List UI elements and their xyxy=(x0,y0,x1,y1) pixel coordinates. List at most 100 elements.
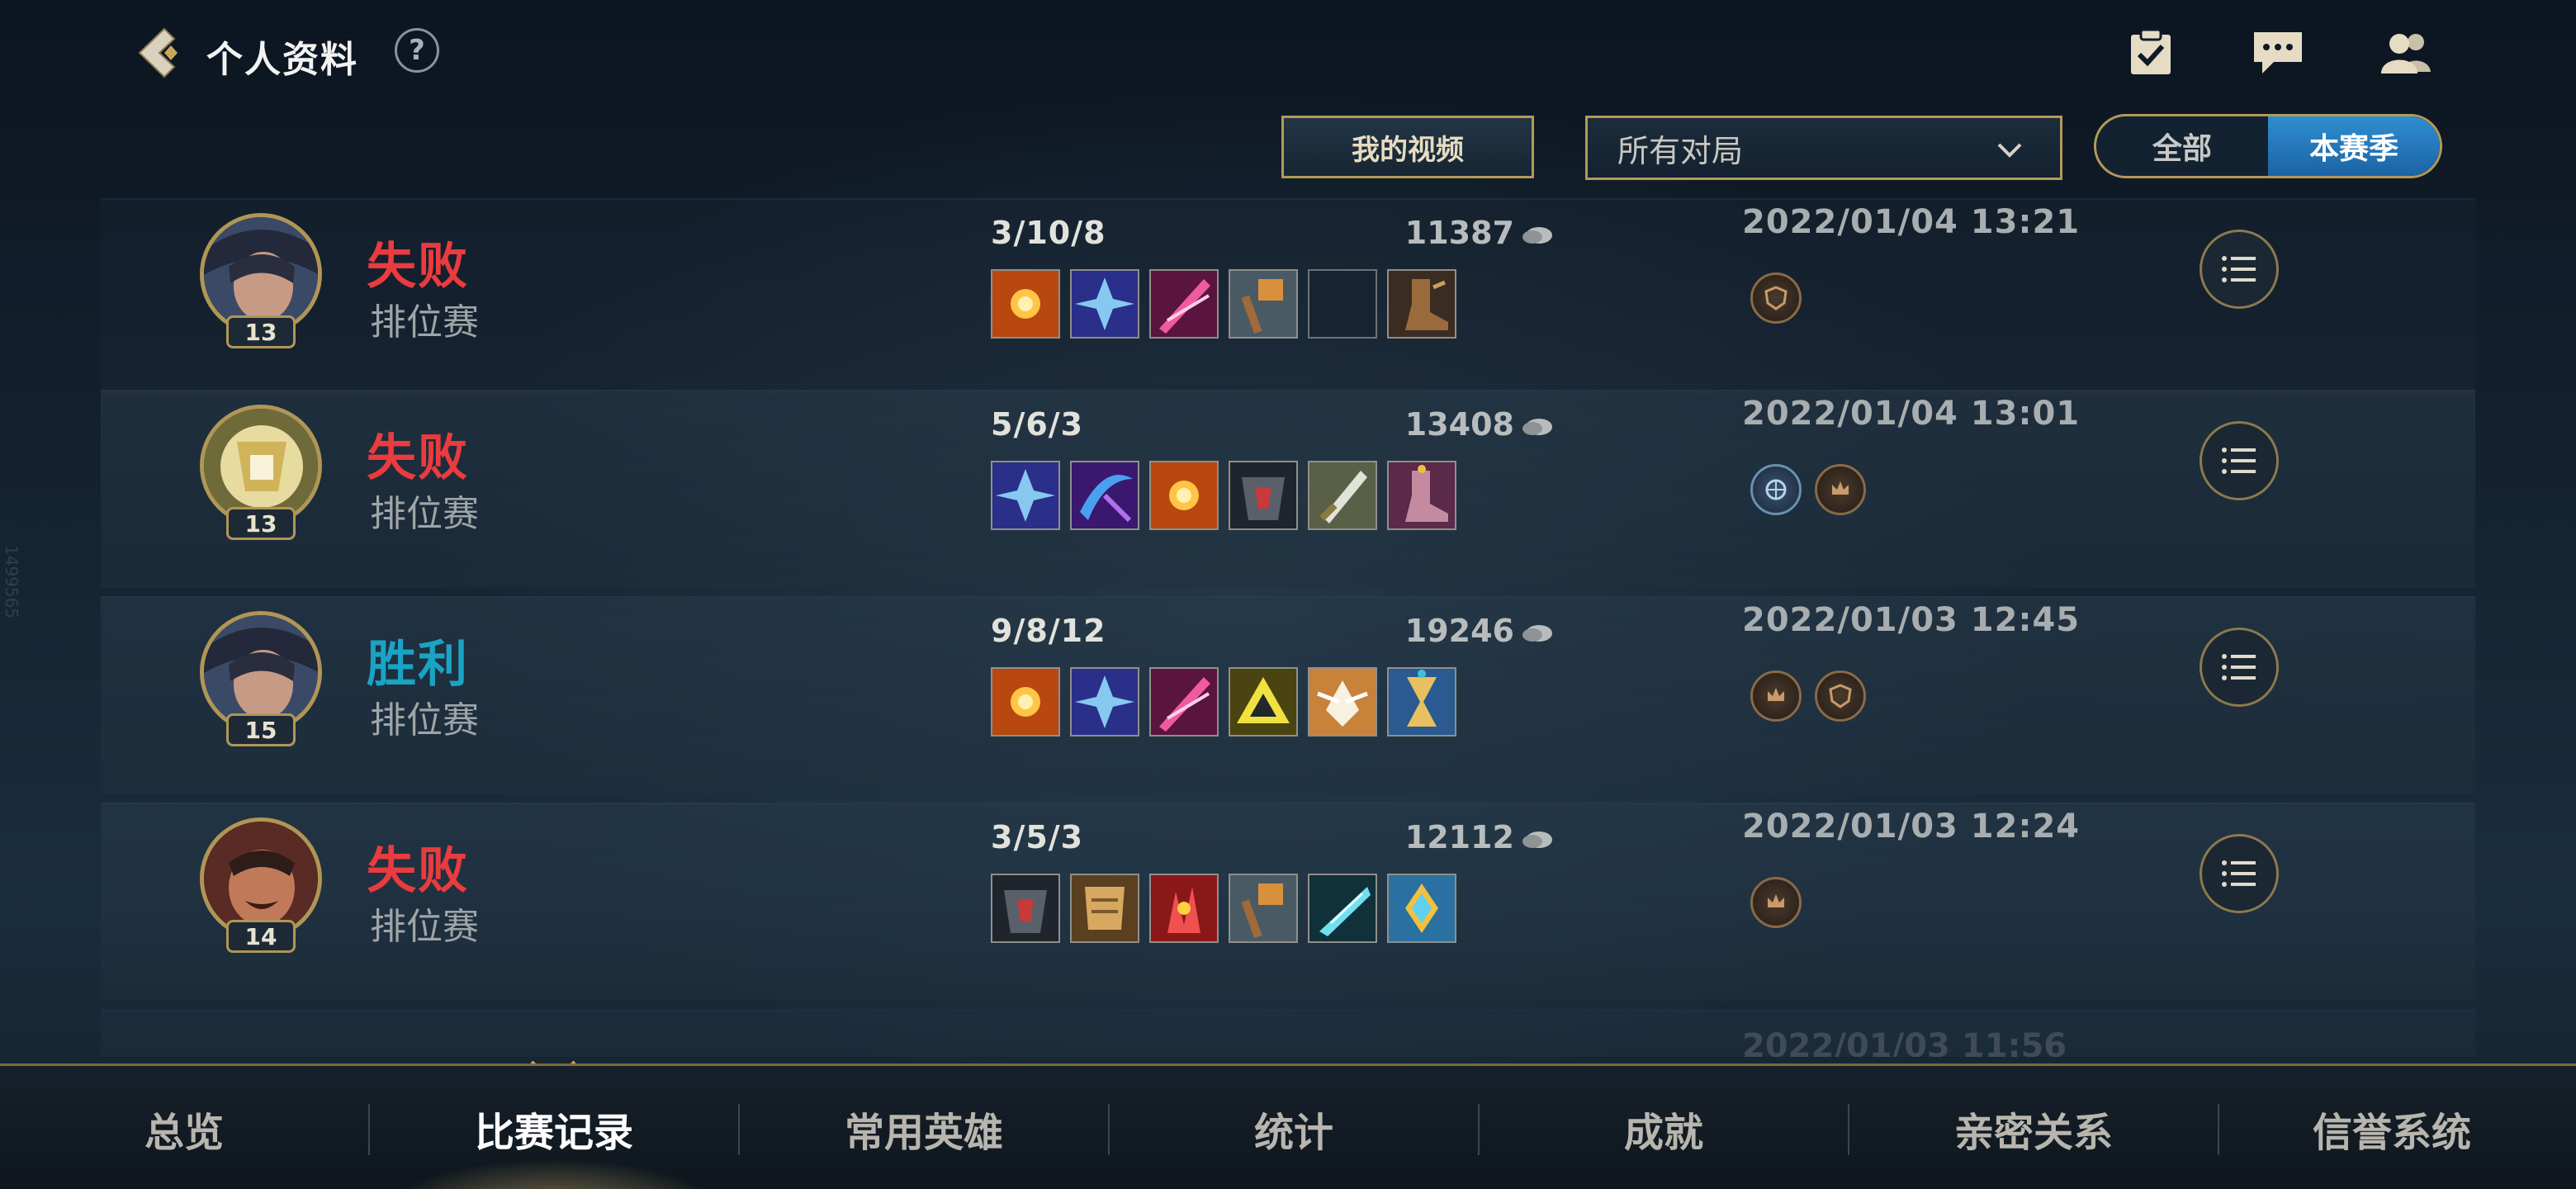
tab-achievements[interactable]: 成就 xyxy=(1480,1066,1848,1189)
page-title: 个人资料 xyxy=(206,39,358,81)
list-icon xyxy=(2222,256,2256,282)
gold-coin-icon xyxy=(1522,624,1552,642)
kda: 3/5/3 xyxy=(991,819,1084,855)
boots-item-icon[interactable] xyxy=(1387,461,1456,530)
item-build xyxy=(991,461,1456,530)
match-type-value: 所有对局 xyxy=(1617,132,1744,169)
hammer-item-icon[interactable] xyxy=(1229,269,1298,339)
champion-level: 13 xyxy=(226,507,296,540)
kda: 5/6/3 xyxy=(991,406,1084,443)
gold-coin-icon xyxy=(1522,831,1552,848)
friends-button[interactable] xyxy=(2378,25,2436,79)
match-badges xyxy=(1750,464,1866,515)
friends-icon xyxy=(2381,34,2431,73)
match-result: 胜利 xyxy=(367,636,469,694)
sun-item-icon[interactable] xyxy=(991,667,1060,737)
item-build xyxy=(991,269,1456,339)
match-mode: 排位赛 xyxy=(370,906,479,948)
crystal-item-icon[interactable] xyxy=(1387,874,1456,943)
gold-coin-icon xyxy=(1522,226,1552,244)
watermark-id: 1499565 xyxy=(2,545,21,619)
sword-item-icon[interactable] xyxy=(1308,461,1377,530)
purple-scythe-item-icon[interactable] xyxy=(1070,461,1139,530)
wings-item-icon[interactable] xyxy=(1308,667,1377,737)
gold-value: 11387 xyxy=(1404,215,1514,251)
champion-avatar: 15 xyxy=(197,611,329,760)
chat-button[interactable] xyxy=(2249,25,2307,79)
champion-avatar: 14 xyxy=(197,817,329,966)
gold-earned: 19246 xyxy=(1306,613,1554,649)
item-build xyxy=(991,874,1456,943)
match-detail-button[interactable] xyxy=(2200,421,2279,500)
match-row[interactable]: 13 失败 排位赛 5/6/3 13408 2022/01/04 13:01 xyxy=(101,390,2475,588)
pink-blade-item-icon[interactable] xyxy=(1149,269,1219,339)
star-blade-item-icon[interactable] xyxy=(1070,269,1139,339)
star-blade-item-icon[interactable] xyxy=(991,461,1060,530)
scope-all-option[interactable]: 全部 xyxy=(2096,116,2268,176)
match-type-dropdown[interactable]: 所有对局 xyxy=(1585,116,2062,180)
match-row[interactable]: 15 胜利 排位赛 9/8/12 19246 2022/01/03 12:45 xyxy=(101,596,2475,794)
help-button[interactable]: ? xyxy=(395,28,439,73)
match-date: 2022/01/04 13:21 xyxy=(1742,203,2081,241)
match-badges xyxy=(1750,272,1802,324)
chevron-down-icon xyxy=(1997,143,2022,158)
match-badges xyxy=(1750,670,1866,722)
checklist-button[interactable] xyxy=(2122,25,2180,79)
tab-favorite-champions[interactable]: 常用英雄 xyxy=(740,1066,1108,1189)
kda: 9/8/12 xyxy=(991,613,1106,649)
chat-icon xyxy=(2254,32,2302,73)
crown-medal-icon xyxy=(1750,877,1802,928)
match-detail-button[interactable] xyxy=(2200,230,2279,309)
crown-medal-icon xyxy=(1750,670,1802,722)
champion-avatar: 13 xyxy=(197,213,329,362)
blue-medal-icon xyxy=(1750,464,1802,515)
red-claw-item-icon[interactable] xyxy=(1149,874,1219,943)
dark-armor-item-icon[interactable] xyxy=(1229,461,1298,530)
list-icon xyxy=(2222,860,2256,887)
boots-item-icon[interactable] xyxy=(1387,269,1456,339)
match-row-partial[interactable] xyxy=(101,1009,2475,1057)
match-date: 2022/01/03 12:45 xyxy=(1742,601,2081,639)
gold-earned: 11387 xyxy=(1306,215,1554,251)
match-date: 2022/01/03 12:24 xyxy=(1742,808,2081,846)
my-videos-button[interactable]: 我的视频 xyxy=(1281,116,1534,178)
help-icon: ? xyxy=(409,34,425,67)
shield-medal-icon xyxy=(1750,272,1802,324)
tab-match-history[interactable]: 比赛记录 xyxy=(370,1066,738,1189)
match-detail-button[interactable] xyxy=(2200,834,2279,913)
gold-coin-icon xyxy=(1522,418,1552,435)
match-date: 2022/01/04 13:01 xyxy=(1742,395,2081,433)
gold-plate-item-icon[interactable] xyxy=(1070,874,1139,943)
sun-item-icon[interactable] xyxy=(1149,461,1219,530)
tab-statistics[interactable]: 统计 xyxy=(1110,1066,1478,1189)
gold-earned: 12112 xyxy=(1306,819,1554,855)
tab-relationships[interactable]: 亲密关系 xyxy=(1849,1066,2218,1189)
back-button[interactable] xyxy=(124,21,190,84)
triforce-item-icon[interactable] xyxy=(1229,667,1298,737)
ice-blade-item-icon[interactable] xyxy=(1308,874,1377,943)
tab-honor-system[interactable]: 信誉系统 xyxy=(2208,1066,2576,1189)
pink-blade-item-icon[interactable] xyxy=(1149,667,1219,737)
hourglass-item-icon[interactable] xyxy=(1387,667,1456,737)
tab-overview[interactable]: 总览 xyxy=(0,1066,368,1189)
gold-value: 19246 xyxy=(1404,613,1514,649)
profile-screen: 1499565 个人资料 ? 我的视频 所有对局 全部 本赛季 13 失败 排位… xyxy=(0,0,2576,1189)
match-row[interactable]: 13 失败 排位赛 3/10/8 11387 2022/01/04 13:21 xyxy=(101,198,2475,396)
star-blade-item-icon[interactable] xyxy=(1070,667,1139,737)
dark-armor-item-icon[interactable] xyxy=(991,874,1060,943)
crown-medal-icon xyxy=(1815,464,1866,515)
match-row[interactable]: 14 失败 排位赛 3/5/3 12112 2022/01/03 12:24 xyxy=(101,803,2475,1001)
match-history-list[interactable]: 13 失败 排位赛 3/10/8 11387 2022/01/04 13:21 xyxy=(101,198,2475,1057)
bottom-tab-bar: 总览 比赛记录 常用英雄 统计 成就 亲密关系 信誉系统 xyxy=(0,1063,2576,1189)
scope-season-option[interactable]: 本赛季 xyxy=(2268,116,2440,176)
match-detail-button[interactable] xyxy=(2200,628,2279,707)
scope-toggle: 全部 本赛季 xyxy=(2094,114,2442,178)
item-build xyxy=(991,667,1456,737)
hammer-item-icon[interactable] xyxy=(1229,874,1298,943)
gold-earned: 13408 xyxy=(1306,406,1554,443)
empty-item-slot[interactable] xyxy=(1308,269,1377,339)
list-icon xyxy=(2222,448,2256,474)
match-result: 失败 xyxy=(367,429,469,487)
champion-avatar: 13 xyxy=(197,405,329,553)
sun-item-icon[interactable] xyxy=(991,269,1060,339)
